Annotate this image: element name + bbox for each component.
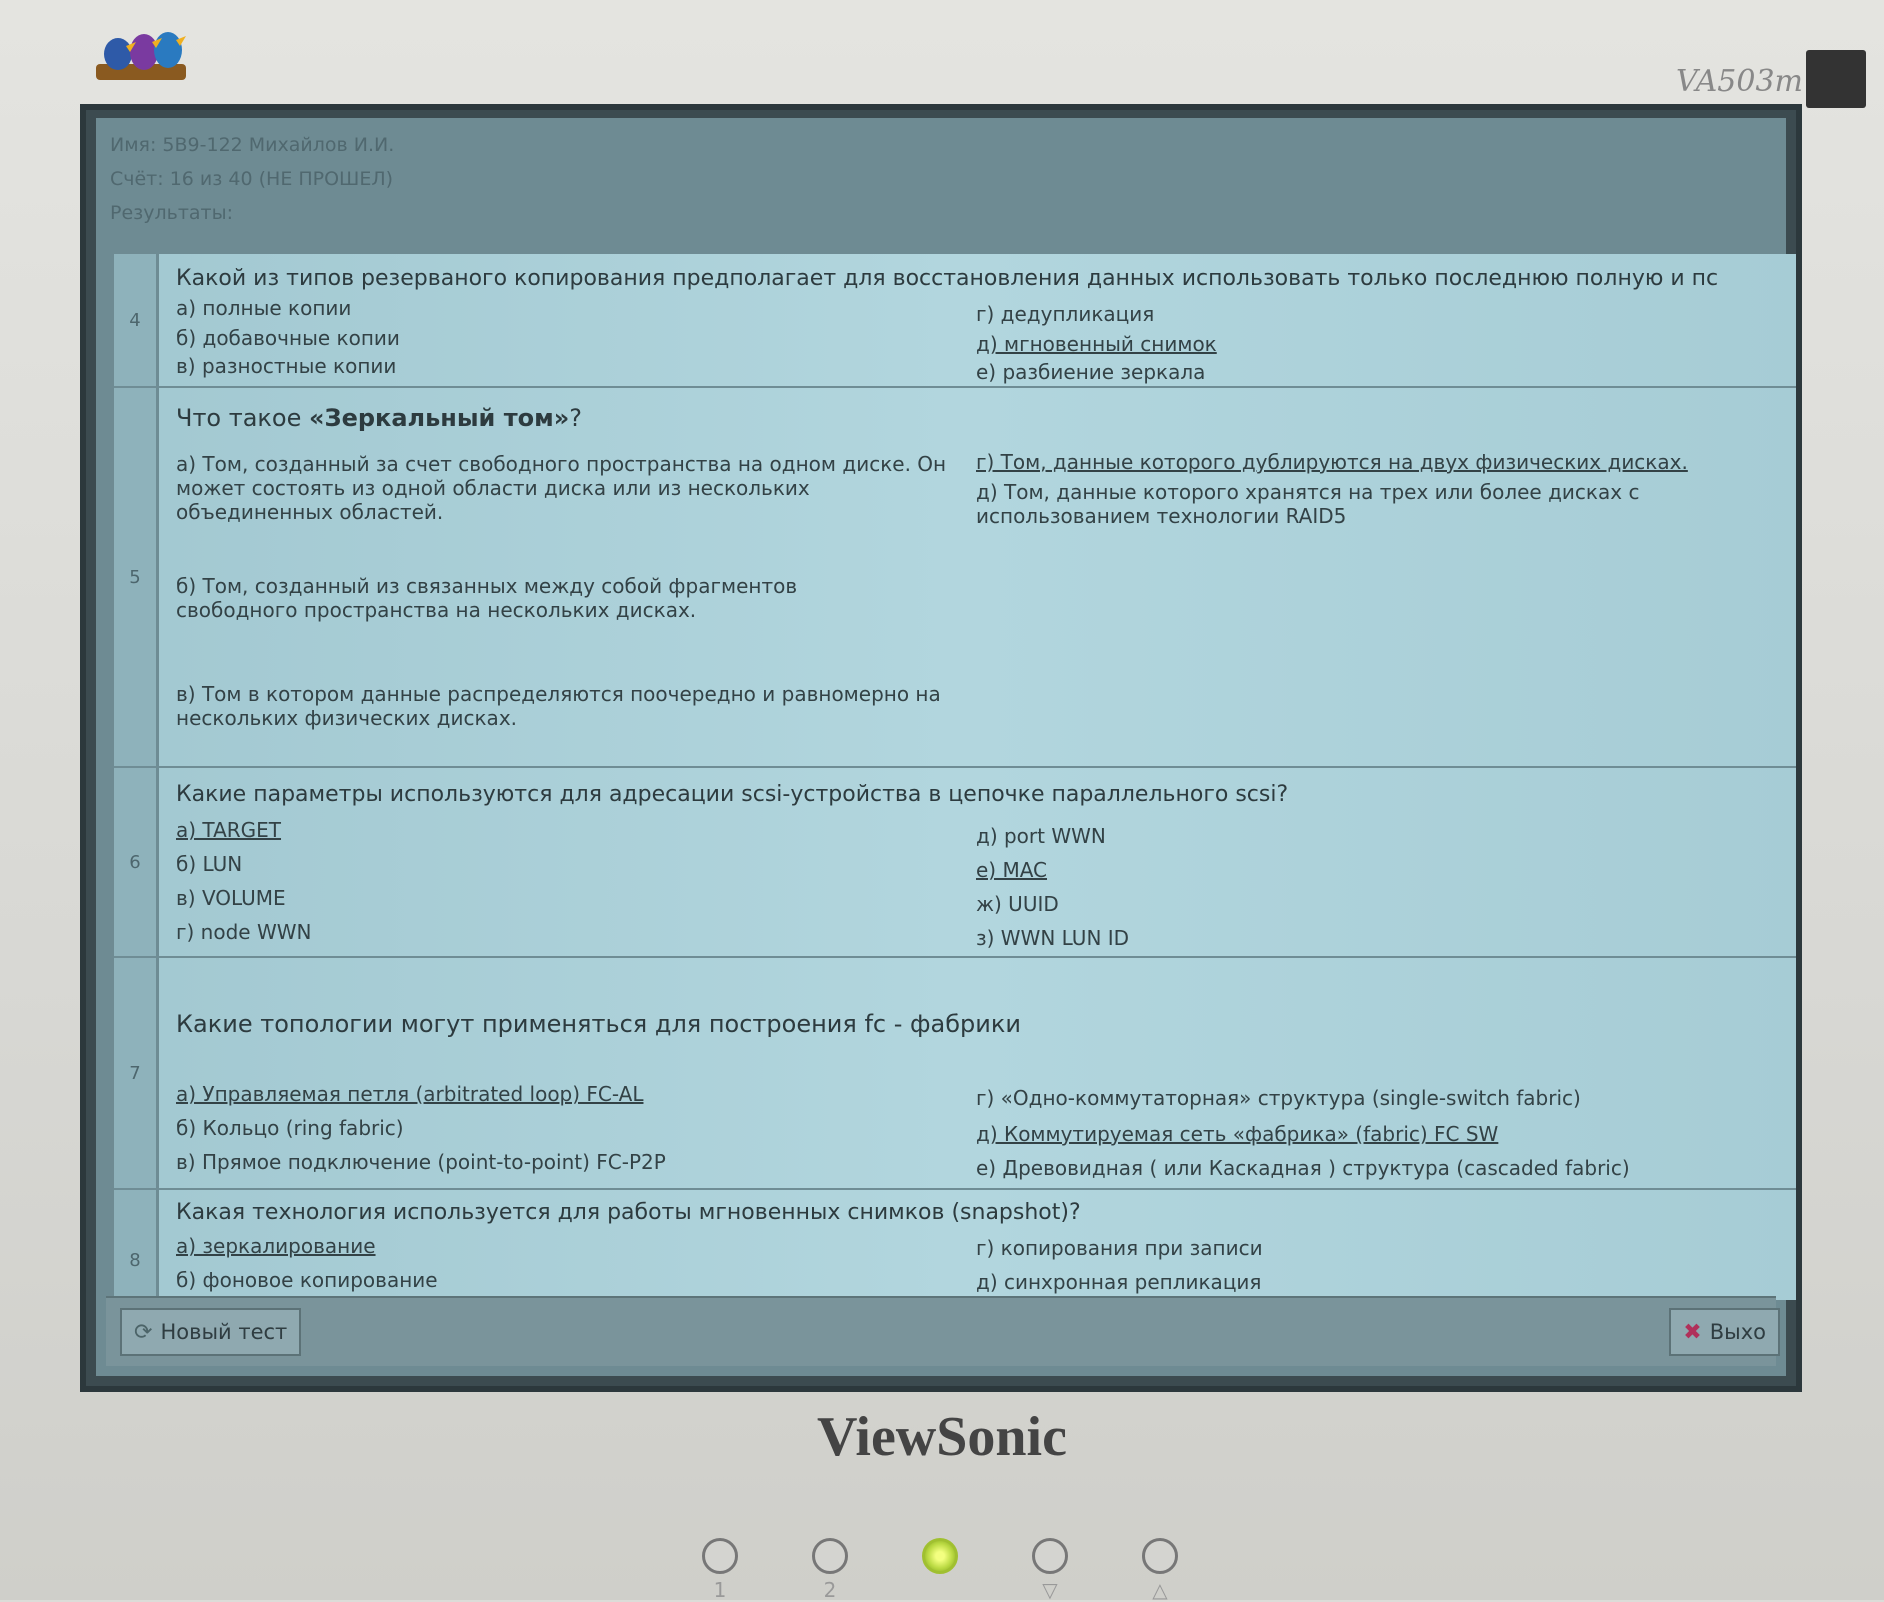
answer-option-selected: д) Коммутируемая сеть «фабрика» (fabric)…	[976, 1122, 1499, 1146]
question-text: Что такое «Зеркальный том»?	[176, 404, 582, 432]
new-test-button[interactable]: ⟳ Новый тест	[120, 1308, 302, 1356]
question-row-5: 5 Что такое «Зеркальный том»? а) Том, со…	[114, 388, 1796, 768]
answer-option-selected: г) Том, данные которого дублируются на д…	[976, 450, 1688, 474]
question-text: Какая технология используется для работы…	[176, 1200, 1081, 1225]
results-table: 4 Какой из типов резерваного копирования…	[114, 254, 1796, 1300]
exit-icon: ✖	[1683, 1319, 1702, 1345]
question-number: 8	[114, 1190, 159, 1300]
monitor-button-up-label: △	[1152, 1578, 1168, 1602]
answer-option: г) копирования при записи	[976, 1236, 1263, 1260]
answer-option: б) фоновое копирование	[176, 1268, 438, 1292]
answer-option-selected: е) MAC	[976, 858, 1048, 882]
answer-option: б) добавочные копии	[176, 326, 400, 350]
question-row-7: 7 Какие топологии могут применяться для …	[114, 958, 1796, 1190]
answer-option: г) node WWN	[176, 920, 312, 944]
footer-bar: ⟳ Новый тест ✖ Выхо	[106, 1296, 1780, 1366]
question-text: Какой из типов резерваного копирования п…	[176, 266, 1719, 291]
answer-option: в) Прямое подключение (point-to-point) F…	[176, 1150, 666, 1174]
answer-option: д) Том, данные которого хранятся на трех…	[976, 480, 1640, 528]
question-number: 6	[114, 768, 159, 956]
monitor-buttons: 1 2 ▽ △	[0, 1538, 1884, 1602]
student-name: Имя: 5B9-122 Михайлов И.И.	[110, 134, 395, 156]
question-text: Какие параметры используются для адресац…	[176, 782, 1289, 807]
exit-button[interactable]: ✖ Выхо	[1669, 1308, 1780, 1356]
power-button[interactable]	[922, 1538, 958, 1574]
answer-option: а) полные копии	[176, 296, 352, 320]
test-results-window: Имя: 5B9-122 Михайлов И.И. Счёт: 16 из 4…	[96, 118, 1796, 1376]
answer-option-selected: а) TARGET	[176, 818, 282, 842]
answer-option-selected: д) мгновенный снимок	[976, 332, 1217, 356]
question-number: 4	[114, 254, 159, 386]
answer-option: б) Том, созданный из связанных между соб…	[176, 574, 798, 622]
question-text: Какие топологии могут применяться для по…	[176, 1010, 1021, 1038]
answer-option: е) Древовидная ( или Каскадная ) структу…	[976, 1156, 1630, 1180]
answer-option: г) «Одно-коммутаторная» структура (singl…	[976, 1086, 1581, 1110]
score-line: Счёт: 16 из 40 (НЕ ПРОШЕЛ)	[110, 168, 394, 190]
viewsonic-birds-logo	[96, 32, 186, 80]
results-label: Результаты:	[110, 202, 234, 224]
answer-option: г) дедупликация	[976, 302, 1155, 326]
monitor-button-1[interactable]	[702, 1538, 738, 1574]
monitor-button-2[interactable]	[812, 1538, 848, 1574]
answer-option: б) Кольцо (ring fabric)	[176, 1116, 404, 1140]
monitor-button-down[interactable]	[1032, 1538, 1068, 1574]
refresh-icon: ⟳	[134, 1319, 153, 1345]
question-text-part: ?	[569, 404, 582, 432]
answer-option: б) LUN	[176, 852, 243, 876]
answer-option: в) разностные копии	[176, 354, 397, 378]
answer-option: ж) UUID	[976, 892, 1059, 916]
monitor-screen: Имя: 5B9-122 Михайлов И.И. Счёт: 16 из 4…	[80, 104, 1802, 1392]
new-test-label: Новый тест	[160, 1320, 288, 1344]
monitor-button-down-label: ▽	[1042, 1578, 1058, 1602]
answer-option: а) Том, созданный за счет свободного про…	[176, 452, 947, 524]
exit-label: Выхо	[1709, 1320, 1766, 1344]
question-number: 7	[114, 958, 159, 1188]
monitor-brand: ViewSonic	[817, 1406, 1067, 1468]
answer-option: з) WWN LUN ID	[976, 926, 1130, 950]
answer-option: в) Том в котором данные распределяются п…	[176, 682, 941, 730]
answer-option: е) разбиение зеркала	[976, 360, 1206, 384]
answer-option: в) VOLUME	[176, 886, 286, 910]
question-number: 5	[114, 388, 159, 766]
answer-option: д) синхронная репликация	[976, 1270, 1262, 1294]
question-text-part: Что такое	[176, 404, 310, 432]
answer-option-selected: а) зеркалирование	[176, 1234, 376, 1258]
answer-option-selected: а) Управляемая петля (arbitrated loop) F…	[176, 1082, 644, 1106]
monitor-button-up[interactable]	[1142, 1538, 1178, 1574]
energy-star-logo	[1806, 50, 1866, 108]
results-header: Имя: 5B9-122 Михайлов И.И. Счёт: 16 из 4…	[110, 128, 394, 230]
question-row-6: 6 Какие параметры используются для адрес…	[114, 768, 1796, 958]
monitor-model: VA503m	[1676, 64, 1804, 99]
monitor-button-1-label: 1	[713, 1578, 727, 1602]
question-row-4: 4 Какой из типов резерваного копирования…	[114, 254, 1796, 388]
question-text-bold: «Зеркальный том»	[309, 404, 570, 432]
question-row-8: 8 Какая технология используется для рабо…	[114, 1190, 1796, 1300]
answer-option: д) port WWN	[976, 824, 1106, 848]
monitor-button-2-label: 2	[823, 1578, 837, 1602]
